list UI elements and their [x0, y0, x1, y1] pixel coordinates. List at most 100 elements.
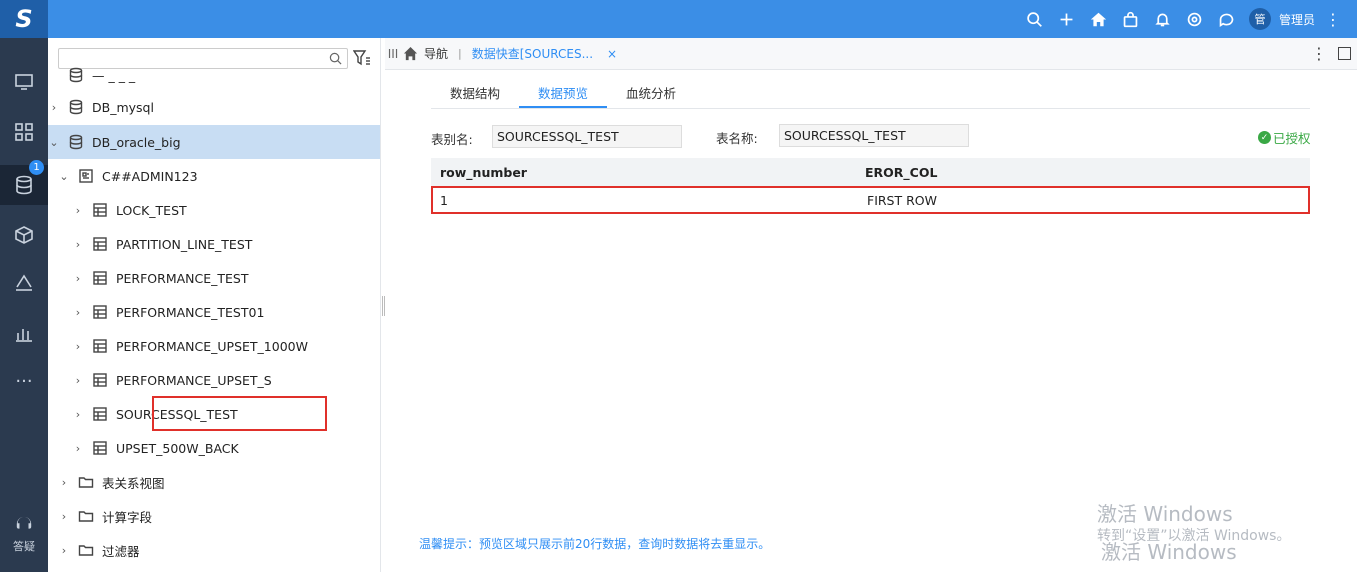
search-icon[interactable]: [1019, 0, 1051, 38]
table-cell: 1: [440, 192, 448, 208]
windows-watermark: 激活 Windows: [1097, 502, 1233, 526]
tree-item[interactable]: › 计算字段: [48, 499, 380, 533]
schema-icon: [78, 168, 94, 184]
chevron-icon[interactable]: ›: [72, 340, 84, 353]
tab-navigation[interactable]: 导航: [403, 45, 448, 62]
tree-item-label: PERFORMANCE_TEST: [116, 270, 249, 286]
tree-item-label: 计算字段: [102, 509, 153, 525]
rail-monitor-icon[interactable]: [0, 65, 48, 99]
highlight-box: [152, 396, 327, 431]
alias-label: 表别名:: [431, 132, 473, 147]
tree-item[interactable]: — _ _ _: [48, 58, 380, 92]
chevron-icon[interactable]: ›: [72, 238, 84, 251]
left-rail: 1 ··· 答疑: [0, 38, 48, 572]
tree-item[interactable]: › 表关系视图: [48, 465, 380, 499]
panel-splitter[interactable]: [382, 296, 385, 316]
folder-icon: [78, 542, 94, 558]
windows-watermark: 激活 Windows: [1101, 540, 1237, 564]
chevron-icon[interactable]: ›: [72, 272, 84, 285]
rail-analysis-icon[interactable]: [0, 266, 48, 300]
database-icon: [68, 134, 84, 150]
shopping-bag-icon[interactable]: [1115, 0, 1147, 38]
help-icon: [16, 516, 32, 529]
subtab-structure[interactable]: 数据结构: [431, 80, 519, 108]
bell-icon[interactable]: [1147, 0, 1179, 38]
tree-item-label: DB_mysql: [92, 99, 154, 115]
alias-field[interactable]: SOURCESSQL_TEST: [492, 125, 682, 148]
help-label: 答疑: [13, 540, 35, 553]
tree-item-label: 表关系视图: [102, 475, 165, 491]
more-vertical-icon[interactable]: ⋮: [1323, 0, 1343, 38]
notification-badge: 1: [29, 160, 44, 175]
hint-text: 温馨提示：预览区域只展示前20行数据，查询时数据将去重显示。: [419, 537, 771, 551]
tab-separator: |: [458, 47, 462, 60]
database-icon: [68, 99, 84, 115]
rail-cube-icon[interactable]: [0, 218, 48, 252]
chevron-icon[interactable]: ›: [72, 204, 84, 217]
tree-item[interactable]: › PERFORMANCE_TEST: [48, 261, 380, 295]
table-icon: [92, 304, 108, 320]
rail-apps-icon[interactable]: [0, 115, 48, 149]
preview-table: row_number EROR_COL 1 FIRST ROW: [431, 158, 1310, 214]
tree-item-label: — _ _ _: [92, 67, 136, 83]
chevron-icon[interactable]: ›: [72, 442, 84, 455]
tree-item[interactable]: › DB_mysql: [48, 90, 380, 124]
tree-item[interactable]: › PARTITION_LINE_TEST: [48, 227, 380, 261]
avatar[interactable]: 管: [1248, 8, 1271, 30]
chevron-icon[interactable]: ›: [58, 476, 70, 489]
username[interactable]: 管理员: [1279, 11, 1315, 28]
home-icon: [403, 46, 418, 61]
subtab-lineage[interactable]: 血统分析: [607, 80, 695, 108]
chevron-icon[interactable]: ›: [58, 544, 70, 557]
chevron-icon[interactable]: ›: [72, 408, 84, 421]
column-header: EROR_COL: [865, 164, 938, 180]
maximize-icon[interactable]: [1338, 47, 1351, 60]
rail-data-source-icon[interactable]: 1: [0, 160, 48, 205]
tree-item[interactable]: › 过滤器: [48, 533, 380, 567]
rail-more-icon[interactable]: ···: [0, 364, 48, 398]
chevron-icon[interactable]: ⌄: [48, 136, 60, 149]
tab-data-quick-query[interactable]: 数据快查[SOURCES...: [472, 45, 593, 62]
tree-item[interactable]: › PERFORMANCE_TEST01: [48, 295, 380, 329]
more-vertical-icon[interactable]: ⋮: [1311, 44, 1327, 63]
chevron-icon[interactable]: ⌄: [58, 170, 70, 183]
chevron-icon[interactable]: ›: [48, 101, 60, 114]
table-name-label: 表名称:: [716, 131, 758, 146]
top-bar: S 管 管理员 ⋮: [0, 0, 1357, 38]
table-icon: [92, 440, 108, 456]
table-name-field[interactable]: SOURCESSQL_TEST: [779, 124, 969, 147]
table-icon: [92, 236, 108, 252]
settings-icon[interactable]: [1179, 0, 1211, 38]
help-button[interactable]: 答疑: [0, 516, 48, 554]
close-icon[interactable]: ×: [607, 47, 617, 61]
tree-item[interactable]: › PERFORMANCE_UPSET_1000W: [48, 329, 380, 363]
sub-tabs: 数据结构 数据预览 血统分析: [431, 80, 1310, 109]
rail-chart-icon[interactable]: [0, 316, 48, 350]
tree-item[interactable]: › UPSET_500W_BACK: [48, 431, 380, 465]
app-logo[interactable]: S: [0, 0, 48, 38]
data-source-tree: — _ _ _ › DB_mysql ⌄ DB_oracle_big ⌄ C##ADMIN1…: [48, 38, 381, 572]
chevron-icon[interactable]: ›: [58, 510, 70, 523]
grip-icon[interactable]: III: [385, 47, 401, 61]
tab-bar: III 导航 | 数据快查[SOURCES... × ⋮: [385, 38, 1357, 70]
tree-item-label: LOCK_TEST: [116, 202, 187, 218]
tree-item-label: C##ADMIN123: [102, 168, 198, 184]
database-icon: [68, 67, 84, 83]
chevron-icon[interactable]: ›: [72, 374, 84, 387]
tree-item[interactable]: ⌄ C##ADMIN123: [48, 159, 380, 193]
table-icon: [92, 338, 108, 354]
tree-item[interactable]: › LOCK_TEST: [48, 193, 380, 227]
tree-item[interactable]: ⌄ DB_oracle_big: [48, 125, 380, 159]
folder-icon: [78, 474, 94, 490]
chat-icon[interactable]: [1211, 0, 1243, 38]
table-header: row_number EROR_COL: [431, 158, 1310, 186]
home-icon[interactable]: [1083, 0, 1115, 38]
subtab-preview[interactable]: 数据预览: [519, 80, 608, 108]
authorized-label: 已授权: [1273, 131, 1311, 146]
table-icon: [92, 270, 108, 286]
chevron-icon[interactable]: ›: [72, 306, 84, 319]
plus-icon[interactable]: [1051, 0, 1083, 38]
table-row[interactable]: 1 FIRST ROW: [431, 186, 1310, 214]
tree-item-label: 过滤器: [102, 543, 140, 559]
tree-item[interactable]: › PERFORMANCE_UPSET_S: [48, 363, 380, 397]
